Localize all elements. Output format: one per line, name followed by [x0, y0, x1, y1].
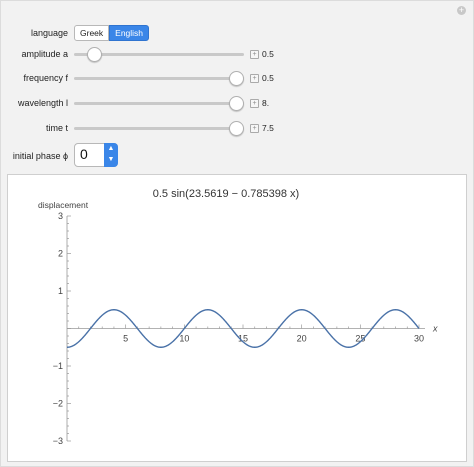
amplitude-expand-icon[interactable]: + [250, 50, 259, 59]
y-tick-label: 2 [58, 249, 63, 259]
phase-stepper[interactable]: 0 ▲ ▼ [74, 143, 118, 167]
phase-label: initial phase ϕ [12, 151, 68, 161]
amplitude-label: amplitude a [21, 49, 68, 59]
frequency-label: frequency f [23, 73, 68, 83]
language-option-greek[interactable]: Greek [74, 25, 110, 41]
frequency-value: 0.5 [262, 73, 274, 83]
plot-area: 0.5 sin(23.5619 − 0.785398 x) displacemen… [7, 174, 467, 462]
wave-chart: 0.5 sin(23.5619 − 0.785398 x) displacemen… [38, 188, 438, 446]
time-slider[interactable] [74, 127, 244, 130]
language-option-english[interactable]: English [109, 25, 150, 41]
slider-row-time: time t + 7.5 [1, 120, 474, 136]
manipulate-panel: + language Greek English amplitude a + 0… [0, 0, 474, 467]
frequency-slider[interactable] [74, 77, 244, 80]
stepper-arrows-icon[interactable]: ▲ ▼ [104, 143, 118, 167]
chart-title: 0.5 sin(23.5619 − 0.785398 x) [153, 188, 299, 200]
wavelength-slider-thumb[interactable] [228, 96, 244, 111]
x-tick-label: 5 [123, 334, 128, 344]
amplitude-slider-thumb[interactable] [87, 47, 103, 62]
x-tick-label: 20 [297, 334, 307, 344]
wavelength-label: wavelength l [17, 98, 68, 108]
slider-row-amplitude: amplitude a + 0.5 [1, 46, 474, 62]
language-selector: Greek English [74, 25, 150, 41]
time-slider-thumb[interactable] [228, 121, 244, 136]
y-tick-label: 3 [58, 211, 63, 221]
language-label: language [30, 28, 68, 38]
x-axis-label: x [432, 324, 438, 334]
time-label: time t [45, 123, 68, 133]
time-value: 7.5 [262, 123, 274, 133]
wavelength-expand-icon[interactable]: + [250, 99, 259, 108]
y-tick-label: −1 [53, 361, 63, 371]
amplitude-value: 0.5 [262, 49, 274, 59]
frequency-expand-icon[interactable]: + [250, 74, 259, 83]
y-tick-label: −2 [53, 399, 63, 409]
slider-row-wavelength: wavelength l + 8. [1, 95, 474, 111]
y-tick-label: 1 [58, 286, 63, 296]
slider-row-frequency: frequency f + 0.5 [1, 70, 474, 86]
wavelength-slider[interactable] [74, 102, 244, 105]
x-tick-label: 10 [179, 334, 189, 344]
wavelength-value: 8. [262, 98, 270, 108]
y-tick-label: −3 [53, 436, 63, 446]
phase-value[interactable]: 0 [80, 146, 88, 162]
x-tick-label: 30 [414, 334, 424, 344]
options-icon[interactable]: + [457, 6, 466, 15]
time-expand-icon[interactable]: + [250, 124, 259, 133]
y-axis-label: displacement [38, 200, 89, 210]
frequency-slider-thumb[interactable] [228, 71, 244, 86]
